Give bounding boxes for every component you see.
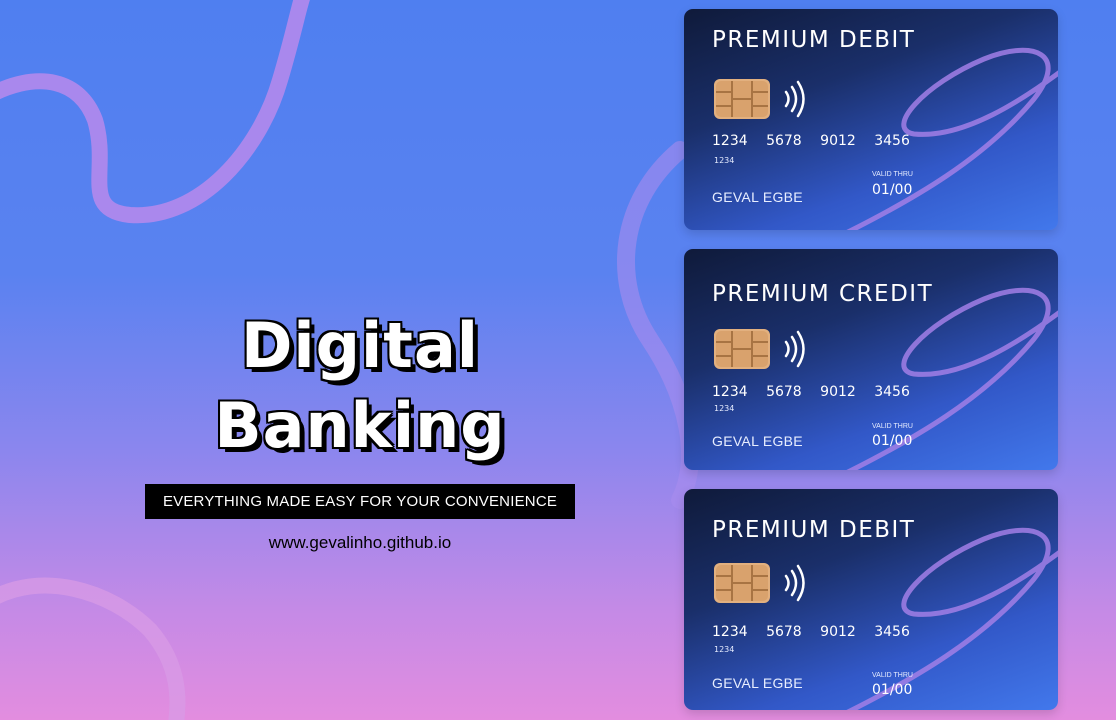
card-number-small: 1234 [714, 404, 735, 413]
card-number: 1234 5678 9012 3456 [712, 133, 910, 149]
card-holder-name: GEVAL EGBE [712, 189, 803, 205]
hero-title: Digital Banking [214, 309, 506, 462]
card-expiry: 01/00 [872, 682, 913, 698]
hero-tagline: EVERYTHING MADE EASY FOR YOUR CONVENIENC… [144, 484, 576, 519]
card-expiry: 01/00 [872, 433, 913, 449]
card-premium-credit[interactable]: PREMIUM CREDIT 1234 5678 9012 3456 1234 … [684, 249, 1058, 470]
hero-section: Digital Banking EVERYTHING MADE EASY FOR… [100, 306, 620, 553]
chip-icon [714, 563, 770, 603]
card-expiry: 01/00 [872, 182, 913, 198]
card-premium-debit-2[interactable]: PREMIUM DEBIT 1234 5678 9012 3456 1234 G… [684, 489, 1058, 710]
card-number: 1234 5678 9012 3456 [712, 384, 910, 400]
contactless-icon [784, 330, 805, 368]
card-number-small: 1234 [714, 156, 735, 165]
chip-icon [714, 79, 770, 119]
valid-thru-label: VALID THRU [872, 171, 913, 178]
valid-thru-label: VALID THRU [872, 423, 913, 430]
card-type: PREMIUM DEBIT [712, 27, 916, 53]
contactless-icon [784, 564, 805, 602]
contactless-icon [784, 80, 805, 118]
website-link[interactable]: www.gevalinho.github.io [100, 533, 620, 553]
card-premium-debit-1[interactable]: PREMIUM DEBIT 1234 5678 9012 3456 1234 G… [684, 9, 1058, 230]
card-holder-name: GEVAL EGBE [712, 433, 803, 449]
valid-thru-label: VALID THRU [872, 672, 913, 679]
card-holder-name: GEVAL EGBE [712, 675, 803, 691]
card-type: PREMIUM DEBIT [712, 517, 916, 543]
card-number: 1234 5678 9012 3456 [712, 624, 910, 640]
chip-icon [714, 329, 770, 369]
card-number-small: 1234 [714, 645, 735, 654]
card-type: PREMIUM CREDIT [712, 281, 934, 307]
